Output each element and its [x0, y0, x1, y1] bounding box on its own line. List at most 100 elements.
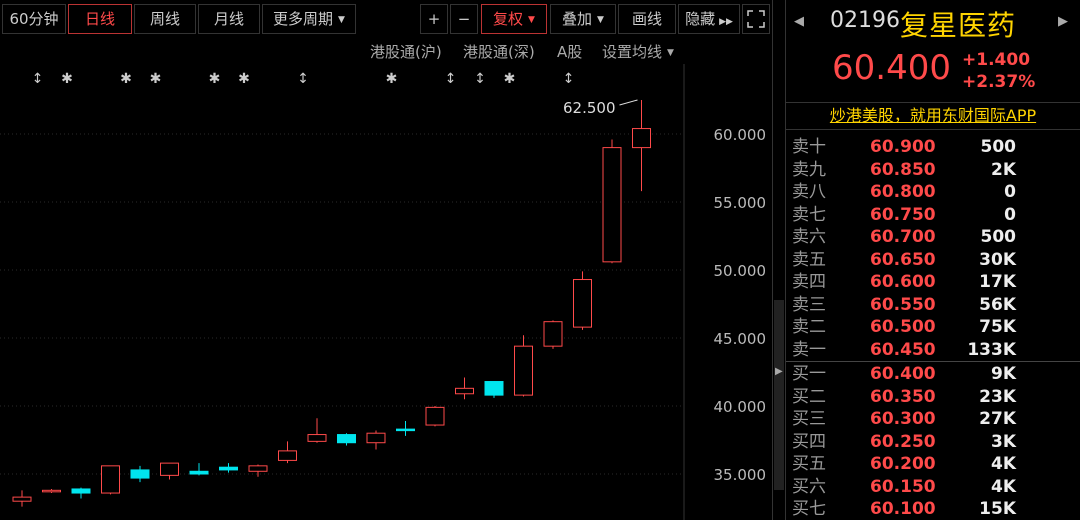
level-price: 60.450 [870, 339, 936, 360]
ask-row[interactable]: 卖三 60.550 56K [786, 294, 1080, 316]
event-marker-icon[interactable]: ↕ [445, 71, 457, 87]
level-volume: 15K [979, 499, 1016, 519]
triangle-right-icon: ▶ [775, 366, 783, 377]
ask-row[interactable]: 卖十 60.900 500 [786, 136, 1080, 158]
y-tick-label: 45.000 [714, 330, 767, 348]
candle-body [455, 387, 474, 395]
level-price: 60.700 [870, 227, 936, 247]
event-marker-icon[interactable]: ↕ [563, 71, 575, 87]
ask-row[interactable]: 卖四 60.600 17K [786, 271, 1080, 293]
level-volume: 0 [1004, 182, 1016, 202]
fullscreen-button[interactable] [742, 4, 770, 34]
level-label: 买一 [792, 364, 826, 384]
level-price: 60.750 [870, 204, 936, 225]
prev-stock-icon[interactable]: ◀ [794, 14, 804, 29]
panel-collapse-handle[interactable]: ▶ [774, 300, 784, 490]
ma-settings-dropdown[interactable]: 设置均线 ▼ [602, 40, 674, 64]
event-marker-icon[interactable]: ✱ [386, 71, 398, 87]
y-tick-label: 60.000 [714, 126, 767, 144]
level-price: 60.850 [870, 159, 936, 180]
level-volume: 0 [1004, 204, 1016, 225]
event-marker-icon[interactable]: ↕ [297, 71, 309, 87]
price-change: +1.400 [962, 50, 1031, 70]
a-share-link[interactable]: A股 [557, 40, 582, 64]
caret-down-icon: ▼ [338, 15, 345, 25]
more-periods-dropdown[interactable]: 更多周期 ▼ [262, 4, 356, 34]
next-stock-icon[interactable]: ▶ [1058, 14, 1068, 29]
candle-body [543, 321, 563, 347]
bid-row[interactable]: 买一 60.400 9K [786, 363, 1080, 385]
period-month-button[interactable]: 月线 [198, 4, 260, 34]
period-60m-button[interactable]: 60分钟 [2, 4, 66, 34]
event-marker-icon[interactable]: ✱ [209, 71, 221, 87]
candle-body [248, 465, 268, 472]
level-volume: 4K [990, 454, 1016, 474]
level-volume: 2K [990, 159, 1016, 180]
candle-body [602, 147, 622, 263]
level-price: 60.250 [870, 431, 936, 452]
hk-connect-sh-link[interactable]: 港股通(沪) [370, 40, 442, 64]
level-price: 60.150 [870, 476, 936, 497]
level-volume: 9K [990, 364, 1016, 384]
more-periods-label: 更多周期 [273, 10, 334, 28]
bid-row[interactable]: 买五 60.200 4K [786, 453, 1080, 475]
event-marker-icon[interactable]: ✱ [150, 71, 162, 87]
event-marker-icon[interactable]: ↕ [32, 71, 44, 87]
bid-row[interactable]: 买二 60.350 23K [786, 386, 1080, 408]
ask-row[interactable]: 卖八 60.800 0 [786, 181, 1080, 203]
ask-row[interactable]: 卖七 60.750 0 [786, 204, 1080, 226]
level-price: 60.800 [870, 182, 936, 202]
candle-body [278, 450, 297, 461]
level-volume: 3K [990, 431, 1016, 452]
level-volume: 30K [979, 249, 1016, 270]
level-volume: 17K [979, 272, 1016, 292]
caret-down-icon: ▼ [667, 48, 674, 58]
hk-connect-sz-link[interactable]: 港股通(深) [463, 40, 535, 64]
bid-row[interactable]: 买七 60.100 15K [786, 498, 1080, 520]
zoom-in-button[interactable]: + [420, 4, 448, 34]
ask-row[interactable]: 卖六 60.700 500 [786, 226, 1080, 248]
candlestick-chart[interactable]: 60.000 55.000 50.000 45.000 40.000 35.000 62.5… [0, 64, 772, 520]
candle-body [42, 489, 61, 493]
ask-row[interactable]: 卖一 60.450 133K [786, 339, 1080, 361]
event-marker-icon[interactable]: ✱ [120, 71, 132, 87]
ask-bid-divider [786, 361, 1080, 362]
event-marker-icon[interactable]: ✱ [238, 71, 250, 87]
promo-link[interactable]: 炒港美股，就用东财国际APP [786, 102, 1080, 130]
overlay-dropdown[interactable]: 叠加 ▼ [550, 4, 616, 34]
high-annotation-label: 62.500 [563, 99, 616, 117]
candle-body [101, 465, 120, 494]
adjust-dropdown[interactable]: 复权 ▼ [481, 4, 547, 34]
level-volume: 133K [967, 339, 1016, 360]
bid-row[interactable]: 买四 60.250 3K [786, 431, 1080, 453]
event-marker-icon[interactable]: ✱ [504, 71, 516, 87]
level-label: 卖三 [792, 294, 826, 315]
ask-row[interactable]: 卖五 60.650 30K [786, 249, 1080, 271]
level-price: 60.500 [870, 317, 936, 337]
fullscreen-icon [747, 10, 765, 28]
zoom-out-button[interactable]: − [450, 4, 478, 34]
level-label: 买四 [792, 431, 826, 452]
ma-settings-label: 设置均线 [602, 43, 663, 61]
event-marker-icon[interactable]: ✱ [61, 71, 73, 87]
level-label: 买七 [792, 499, 826, 519]
candle-body [71, 488, 91, 494]
quote-panel: ◀ 02196 复星医药 ▶ 60.400 +1.400 +2.37% 炒港美股… [786, 0, 1080, 520]
event-marker-icon[interactable]: ↕ [474, 71, 486, 87]
level-label: 卖四 [792, 272, 826, 292]
candle-body [130, 469, 150, 479]
overlay-label: 叠加 [562, 10, 593, 28]
period-day-button[interactable]: 日线 [68, 4, 132, 34]
hide-button[interactable]: 隐藏 ▶▶ [678, 4, 740, 34]
bid-row[interactable]: 买六 60.150 4K [786, 476, 1080, 498]
y-tick-label: 35.000 [714, 466, 767, 484]
period-week-button[interactable]: 周线 [134, 4, 196, 34]
ask-row[interactable]: 卖九 60.850 2K [786, 159, 1080, 181]
draw-line-button[interactable]: 画线 [618, 4, 676, 34]
level-label: 卖七 [792, 204, 826, 225]
high-annotation-arrow [619, 99, 638, 106]
bid-row[interactable]: 买三 60.300 27K [786, 408, 1080, 430]
level-price: 60.100 [870, 499, 936, 519]
ask-row[interactable]: 卖二 60.500 75K [786, 316, 1080, 338]
level-label: 买六 [792, 476, 826, 497]
